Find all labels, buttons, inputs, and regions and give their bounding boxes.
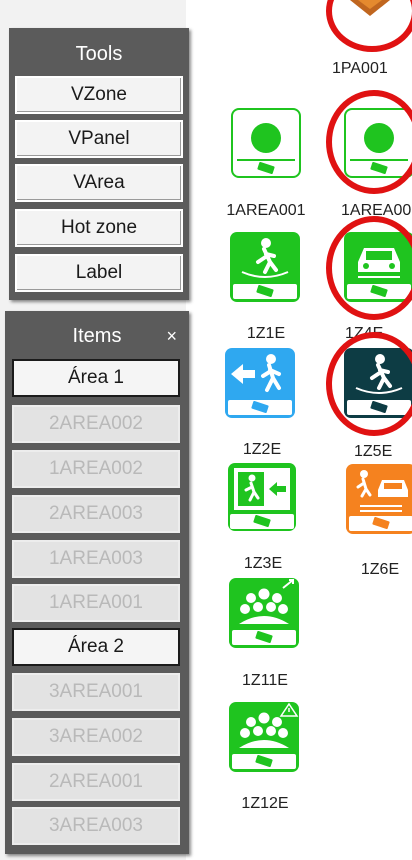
- z5e-highlight-ring: [326, 332, 412, 436]
- items-panel-title: Items ×: [5, 311, 189, 361]
- exit-arrow-person-icon[interactable]: [225, 348, 295, 418]
- emergency-exit-icon[interactable]: [227, 462, 297, 532]
- z5e-label: 1Z5E: [354, 443, 393, 460]
- list-item[interactable]: Área 2: [12, 628, 180, 666]
- z11e-label: 1Z11E: [242, 672, 288, 689]
- crowd-warning-icon[interactable]: [229, 702, 299, 772]
- list-item[interactable]: Área 1: [12, 359, 180, 397]
- z4e-highlight-ring: [326, 216, 412, 320]
- tools-panel-title: Tools: [75, 43, 123, 65]
- z6e-label: 1Z6E: [360, 561, 400, 578]
- person-car-orange-icon[interactable]: [346, 464, 412, 534]
- z1e-label: 1Z1E: [246, 325, 286, 342]
- green-dot-camera-icon[interactable]: [231, 108, 301, 178]
- list-item[interactable]: 2AREA002: [12, 405, 180, 443]
- hot-zone-button[interactable]: Hot zone: [15, 209, 183, 247]
- crowd-arrow-icon[interactable]: [229, 578, 299, 648]
- list-item[interactable]: 3AREA003: [12, 807, 180, 845]
- label-button[interactable]: Label: [15, 254, 183, 292]
- z2e-label: 1Z2E: [242, 441, 282, 458]
- list-item[interactable]: 1AREA002: [12, 450, 180, 488]
- person-walking-camera-icon[interactable]: [230, 232, 300, 302]
- list-item[interactable]: 3AREA002: [12, 718, 180, 756]
- pa001-label: 1PA001: [332, 60, 388, 77]
- list-item[interactable]: 1AREA001: [12, 584, 180, 622]
- vpanel-button[interactable]: VPanel: [15, 120, 183, 158]
- list-item[interactable]: 2AREA003: [12, 495, 180, 533]
- z12e-label: 1Z12E: [241, 795, 289, 812]
- list-item[interactable]: 2AREA001: [12, 763, 180, 801]
- list-item[interactable]: 1AREA003: [12, 540, 180, 578]
- tools-panel: Tools VZone VPanel VArea Hot zone Label: [9, 28, 189, 300]
- vzone-button[interactable]: VZone: [15, 76, 183, 114]
- close-icon[interactable]: ×: [166, 311, 177, 361]
- items-title-text: Items: [72, 325, 122, 347]
- z3e-label: 1Z3E: [243, 555, 283, 572]
- area001-left-label: 1AREA001: [226, 202, 306, 219]
- list-item[interactable]: 3AREA001: [12, 673, 180, 711]
- varea-button[interactable]: VArea: [15, 164, 183, 202]
- area001-right-highlight-ring: [326, 90, 412, 194]
